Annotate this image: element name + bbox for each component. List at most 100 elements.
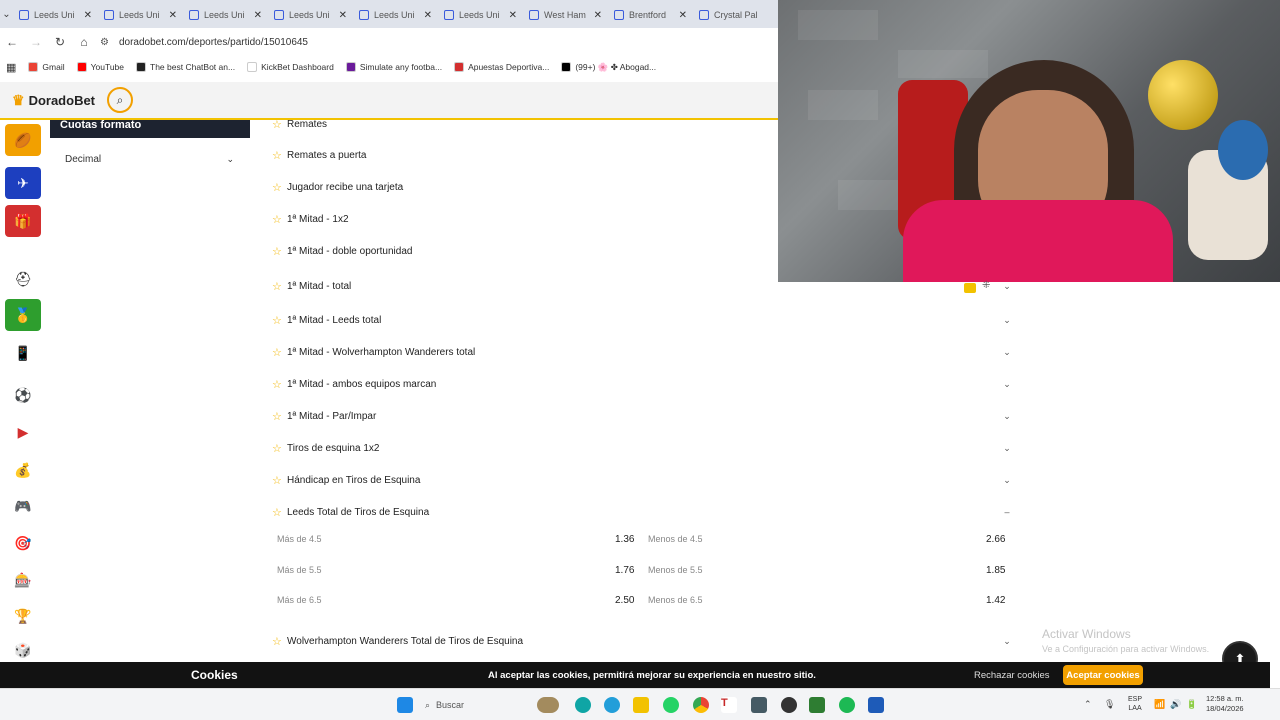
market-toggle-icon[interactable]: ⌄ (1002, 443, 1012, 454)
back-arrow-icon[interactable]: ← (0, 30, 24, 54)
typing-app-icon[interactable]: T (721, 697, 737, 713)
drag-handle-icon[interactable]: ⁜ (982, 280, 990, 291)
bookmark-item[interactable]: Gmail (28, 62, 65, 72)
favorite-star-icon[interactable]: ☆ (272, 213, 287, 226)
volume-icon[interactable]: 🔊 (1170, 699, 1181, 710)
browser-tab[interactable]: Brentford ✕ (608, 2, 693, 28)
weather-widget-icon[interactable] (537, 697, 559, 713)
tab-close-icon[interactable]: ✕ (84, 10, 92, 21)
telegram-icon[interactable] (604, 697, 620, 713)
favorite-star-icon[interactable]: ☆ (272, 118, 287, 131)
stream-app-icon[interactable] (809, 697, 825, 713)
rail-item-hot-icon[interactable]: 🏉 (5, 124, 41, 156)
rail-item-roulette-icon[interactable]: 🎯 (5, 527, 41, 559)
rail-item-medal-icon[interactable]: 🥇 (5, 299, 41, 331)
rail-item-coins-icon[interactable]: 💰 (5, 454, 41, 486)
favorite-star-icon[interactable]: ☆ (272, 442, 287, 455)
url-field[interactable]: doradobet.com/deportes/partido/15010645 (119, 37, 308, 48)
rail-item-gift-icon[interactable]: 🎁 (5, 205, 41, 237)
favorite-star-icon[interactable]: ☆ (272, 149, 287, 162)
favorite-star-icon[interactable]: ☆ (272, 280, 287, 293)
browser-tab[interactable]: Leeds Uni ✕ (98, 2, 183, 28)
browser-tab[interactable]: Leeds Uni ✕ (13, 2, 98, 28)
reject-cookies-button[interactable]: Rechazar cookies (974, 670, 1050, 681)
rail-item-helmet-icon[interactable]: ⛑ (5, 263, 41, 295)
under-odds-button[interactable]: 1.42 (986, 595, 1005, 606)
word-icon[interactable] (868, 697, 884, 713)
market-toggle-icon[interactable]: ⌄ (1002, 315, 1012, 326)
spotify-icon[interactable] (839, 697, 855, 713)
apps-grid-icon[interactable]: ▦ (6, 61, 16, 74)
favorite-star-icon[interactable]: ☆ (272, 314, 287, 327)
favorite-star-icon[interactable]: ☆ (272, 181, 287, 194)
bookmark-item[interactable]: Apuestas Deportiva... (454, 62, 549, 72)
accept-cookies-button[interactable]: Aceptar cookies (1063, 665, 1143, 685)
tab-close-icon[interactable]: ✕ (169, 10, 177, 21)
tab-list-chevron-icon[interactable]: ⌄ (0, 0, 13, 28)
tab-close-icon[interactable]: ✕ (339, 10, 347, 21)
market-row[interactable]: ☆ Hándicap en Tiros de Esquina ⌄ (272, 472, 1012, 488)
market-row[interactable]: ☆ 1ª Mitad - Par/Impar ⌄ (272, 408, 1012, 424)
favorite-star-icon[interactable]: ☆ (272, 378, 287, 391)
odds-format-select[interactable]: Decimal ⌄ (50, 148, 250, 170)
over-odds-button[interactable]: 2.50 (615, 595, 634, 606)
over-odds-button[interactable]: 1.36 (615, 534, 634, 545)
taskbar-search[interactable]: ⌕ Buscar (425, 695, 545, 715)
market-toggle-icon[interactable]: – (1002, 507, 1012, 517)
taskbar-clock[interactable]: 12:58 a. m. 18/04/2026 (1206, 694, 1244, 714)
market-toggle-icon[interactable]: ⌄ (1002, 347, 1012, 358)
search-button[interactable]: ⌕ (107, 87, 134, 113)
bookmark-item[interactable]: Simulate any footba... (345, 62, 442, 72)
under-odds-button[interactable]: 2.66 (986, 534, 1005, 545)
over-odds-button[interactable]: 1.76 (615, 565, 634, 576)
market-row[interactable]: ☆ Wolverhampton Wanderers Total de Tiros … (272, 633, 1012, 649)
rail-item-promo-icon[interactable]: ✈ (5, 167, 41, 199)
market-row[interactable]: ☆ 1ª Mitad - Leeds total ⌄ (272, 312, 1012, 328)
rail-item-esports-icon[interactable]: 🎮 (5, 490, 41, 522)
market-row[interactable]: ☆ Leeds Total de Tiros de Esquina – (272, 504, 1012, 520)
rail-item-soccer-icon[interactable]: ⚽ (5, 379, 41, 411)
market-toggle-icon[interactable]: ⌄ (1002, 475, 1012, 486)
market-toggle-icon[interactable]: ⌄ (1002, 379, 1012, 390)
market-toggle-icon[interactable]: ⌄ (1002, 281, 1012, 292)
file-explorer-icon[interactable] (633, 697, 649, 713)
rail-item-phone-icon[interactable]: 📱 (5, 337, 41, 369)
whatsapp-icon[interactable] (663, 697, 679, 713)
tab-close-icon[interactable]: ✕ (254, 10, 262, 21)
chrome-icon[interactable] (693, 697, 709, 713)
rail-item-poker-icon[interactable]: 🎲 (5, 640, 41, 660)
rail-item-trophy-icon[interactable]: 🏆 (5, 600, 41, 632)
favorite-star-icon[interactable]: ☆ (272, 635, 287, 648)
bookmark-item[interactable]: YouTube (76, 62, 124, 72)
bookmark-item[interactable]: The best ChatBot an... (136, 62, 235, 72)
site-logo[interactable]: ♛ DoradoBet (12, 92, 95, 109)
start-menu-icon[interactable] (397, 697, 413, 713)
wifi-icon[interactable]: 📶 (1154, 699, 1165, 710)
tab-close-icon[interactable]: ✕ (594, 10, 602, 21)
browser-tab[interactable]: Leeds Uni ✕ (268, 2, 353, 28)
battery-icon[interactable]: 🔋 (1186, 699, 1197, 710)
extension-grid-icon[interactable] (964, 283, 976, 293)
favorite-star-icon[interactable]: ☆ (272, 474, 287, 487)
browser-tab[interactable]: Leeds Uni ✕ (183, 2, 268, 28)
browser-tab[interactable]: Leeds Uni ✕ (353, 2, 438, 28)
favorite-star-icon[interactable]: ☆ (272, 410, 287, 423)
rail-item-slots-icon[interactable]: 🎰 (5, 564, 41, 596)
favorite-star-icon[interactable]: ☆ (272, 506, 287, 519)
bookmark-item[interactable]: (99+) 🌸 ✤ Abogad... (561, 62, 656, 73)
market-toggle-icon[interactable]: ⌄ (1002, 411, 1012, 422)
site-info-icon[interactable]: ⚙ (100, 37, 109, 48)
tab-close-icon[interactable]: ✕ (424, 10, 432, 21)
market-toggle-icon[interactable]: ⌄ (1002, 636, 1012, 647)
market-row[interactable]: ☆ 1ª Mitad - ambos equipos marcan ⌄ (272, 376, 1012, 392)
browser-tab[interactable]: Leeds Uni ✕ (438, 2, 523, 28)
reload-icon[interactable]: ↻ (48, 30, 72, 54)
tab-close-icon[interactable]: ✕ (509, 10, 517, 21)
edge-browser-icon[interactable] (575, 697, 591, 713)
favorite-star-icon[interactable]: ☆ (272, 346, 287, 359)
market-row[interactable]: ☆ 1ª Mitad - Wolverhampton Wanderers tota… (272, 344, 1012, 360)
browser-tab[interactable]: Crystal Pal (693, 2, 778, 28)
tray-chevron-up-icon[interactable]: ⌃ (1084, 699, 1092, 710)
tab-close-icon[interactable]: ✕ (679, 10, 687, 21)
bookmark-item[interactable]: KickBet Dashboard (247, 62, 334, 72)
